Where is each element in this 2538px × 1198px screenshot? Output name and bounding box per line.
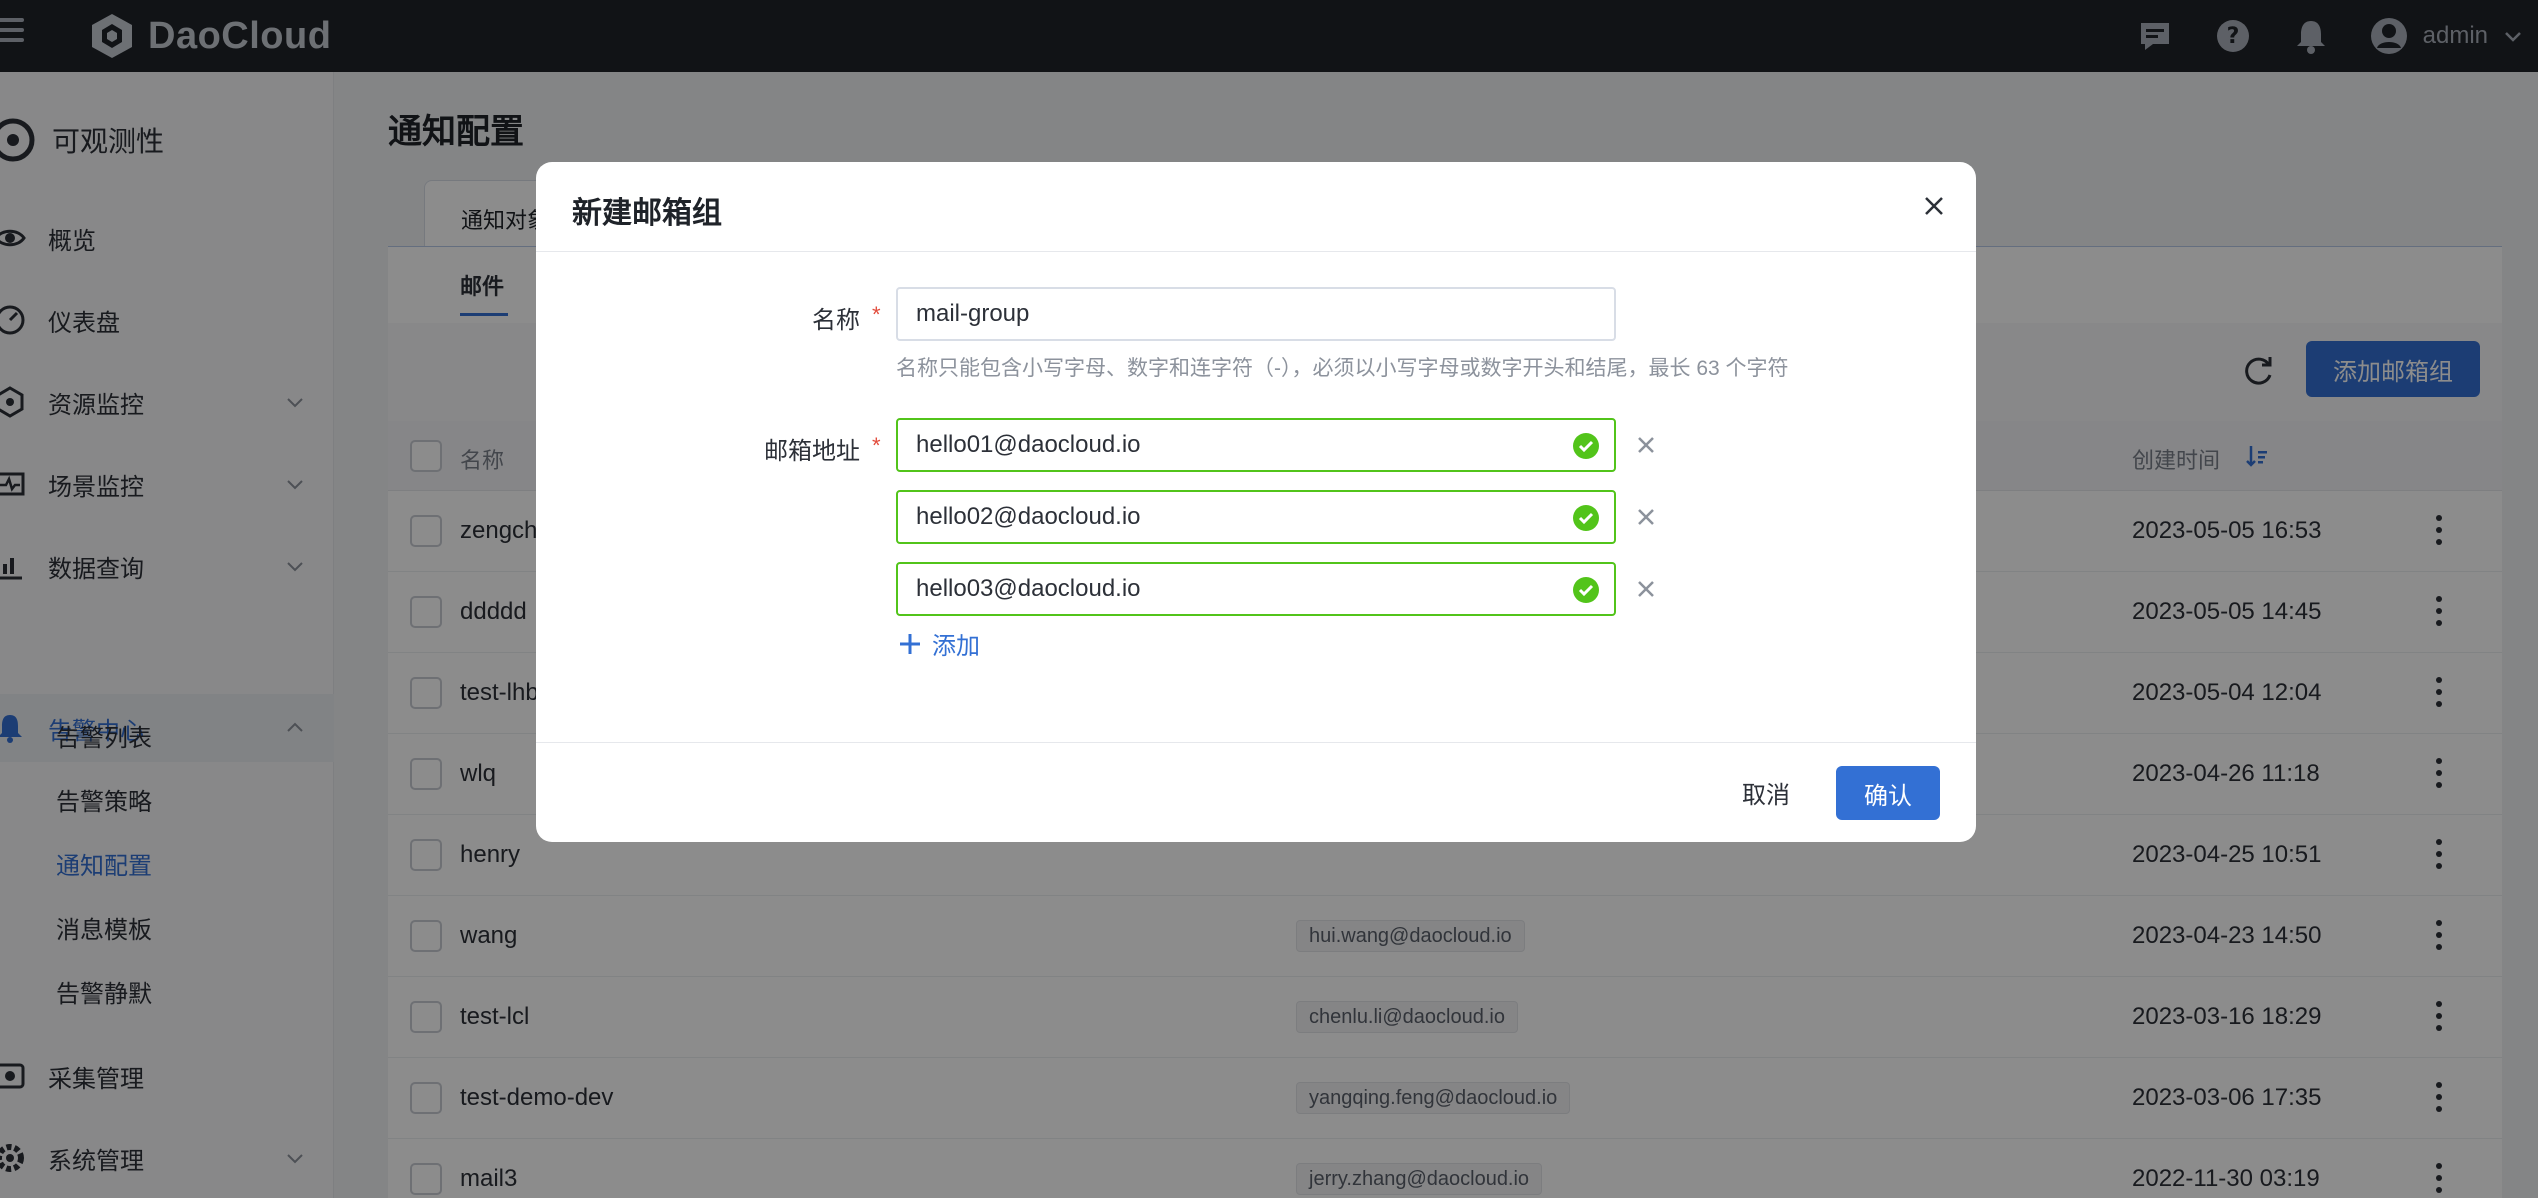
required-mark: *	[872, 302, 881, 327]
email-input-3[interactable]: hello03@daocloud.io	[896, 562, 1616, 616]
name-hint: 名称只能包含小写字母、数字和连字符（-），必须以小写字母或数字开头和结尾，最长 …	[896, 357, 1789, 380]
remove-email-1-icon[interactable]	[1634, 433, 1658, 457]
close-icon[interactable]	[1920, 192, 1948, 220]
dialog-title: 新建邮箱组	[572, 197, 722, 230]
add-email-button[interactable]: 添加	[898, 626, 980, 661]
name-label: 名称	[812, 307, 860, 334]
email-input-1[interactable]: hello01@daocloud.io	[896, 418, 1616, 472]
required-mark: *	[872, 433, 881, 458]
email-input-2[interactable]: hello02@daocloud.io	[896, 490, 1616, 544]
confirm-button[interactable]: 确认	[1836, 766, 1940, 820]
remove-email-3-icon[interactable]	[1634, 577, 1658, 601]
email-label: 邮箱地址	[764, 438, 860, 465]
check-circle-icon	[1573, 577, 1599, 603]
check-circle-icon	[1573, 505, 1599, 531]
name-input[interactable]: mail-group	[896, 287, 1616, 341]
check-circle-icon	[1573, 433, 1599, 459]
new-mail-group-dialog: 新建邮箱组 名称 * mail-group 名称只能包含小写字母、数字和连字符（…	[536, 162, 1976, 842]
dialog-footer-divider	[536, 742, 1976, 743]
remove-email-2-icon[interactable]	[1634, 505, 1658, 529]
cancel-button[interactable]: 取消	[1726, 766, 1806, 818]
plus-icon	[900, 633, 920, 654]
